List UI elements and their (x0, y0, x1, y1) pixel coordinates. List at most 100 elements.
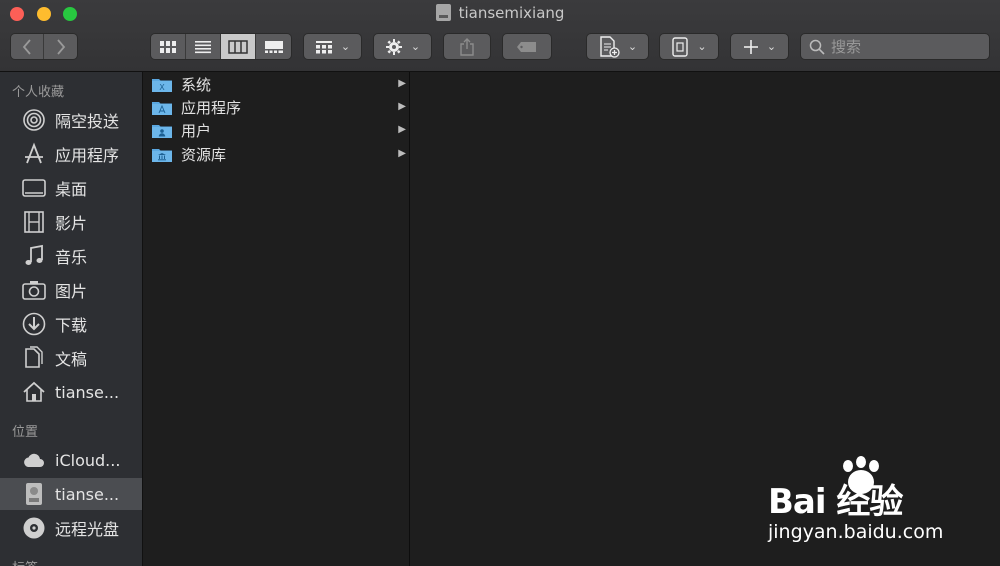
baidu-jingyan-watermark: Bai 经验 jingyan.baidu.com (768, 456, 948, 543)
toolbar: tiansemixiang ⌄ ⌄ ⌄ ⌄ ⌄ 搜索 (0, 0, 1000, 72)
chevron-down-icon: ⌄ (766, 40, 777, 53)
list-item[interactable]: X 系统 ▶ (144, 73, 410, 96)
nav-buttons (10, 33, 78, 60)
sidebar-item-label: 图片 (55, 282, 88, 301)
new-document-icon (600, 35, 620, 58)
system-folder-icon: X (152, 77, 172, 92)
list-item[interactable]: 用户 ▶ (144, 119, 410, 142)
tag-icon (517, 41, 536, 52)
users-folder-icon (152, 123, 172, 138)
list-item-label: 资源库 (181, 146, 227, 164)
disc-icon (22, 516, 46, 540)
sidebar-item-applications[interactable]: 应用程序 (0, 138, 142, 170)
movies-icon (22, 210, 46, 234)
disclosure-arrow-icon: ▶ (398, 101, 406, 112)
sidebar-item-disk[interactable]: tianse... (0, 478, 142, 510)
list-view-button[interactable] (186, 34, 221, 59)
share-button[interactable] (443, 33, 491, 60)
cloud-icon (22, 448, 46, 472)
sidebar-item-remote-disc[interactable]: 远程光盘 (0, 512, 142, 544)
sidebar-item-label: 音乐 (55, 248, 88, 267)
list-item-label: 用户 (181, 122, 212, 140)
music-icon (22, 244, 46, 268)
icon-view-button[interactable] (151, 34, 186, 59)
list-item[interactable]: 应用程序 ▶ (144, 96, 410, 119)
camera-icon (22, 278, 46, 302)
sidebar: 个人收藏 隔空投送 应用程序 桌面 影片 音乐 图片 下载 文稿 tianse.… (0, 72, 143, 566)
watermark-url: jingyan.baidu.com (768, 521, 944, 543)
gallery-icon (264, 40, 283, 53)
sidebar-item-label: 影片 (55, 214, 88, 233)
gallery-view-button[interactable] (256, 34, 291, 59)
chevron-down-icon: ⌄ (340, 40, 351, 53)
forward-icon (56, 38, 65, 55)
disk-icon (22, 482, 46, 506)
sidebar-item-label: 应用程序 (55, 146, 120, 165)
chevron-down-icon: ⌄ (410, 40, 421, 53)
search-input[interactable] (831, 37, 981, 56)
sidebar-item-label: 隔空投送 (55, 112, 120, 131)
list-item-label: 应用程序 (181, 99, 242, 117)
sidebar-item-movies[interactable]: 影片 (0, 206, 142, 238)
column-1: X 系统 ▶ 应用程序 ▶ 用户 ▶ 资源库 ▶ (144, 72, 410, 566)
sidebar-item-label: tianse... (55, 484, 120, 504)
sidebar-item-airdrop[interactable]: 隔空投送 (0, 104, 142, 136)
grid-icon (160, 40, 176, 53)
group-grid-icon (315, 40, 332, 53)
sidebar-item-label: tianse... (55, 382, 120, 402)
window-title: tiansemixiang (0, 4, 1000, 22)
chevron-down-icon: ⌄ (697, 40, 707, 53)
library-folder-icon (152, 147, 172, 162)
sidebar-item-label: 桌面 (55, 180, 88, 199)
disclosure-arrow-icon: ▶ (398, 78, 406, 89)
finder-window: tiansemixiang ⌄ ⌄ ⌄ ⌄ ⌄ 搜索 个人收藏 隔空投送 应用程… (0, 0, 1000, 566)
documents-icon (22, 346, 46, 370)
baidu-paw-logo (843, 456, 879, 494)
plus-icon (743, 39, 758, 54)
add-button[interactable]: ⌄ (730, 33, 789, 60)
search-field[interactable] (800, 33, 990, 60)
sidebar-item-label: iCloud... (55, 450, 121, 470)
svg-text:X: X (159, 83, 165, 92)
sidebar-item-downloads[interactable]: 下载 (0, 308, 142, 340)
back-icon (22, 38, 31, 55)
airdrop-icon (22, 108, 46, 132)
back-button[interactable] (11, 34, 44, 59)
disclosure-arrow-icon: ▶ (398, 148, 406, 159)
tags-button[interactable] (502, 33, 552, 60)
window-title-text: tiansemixiang (458, 4, 565, 22)
locations-heading: 位置 (12, 425, 39, 440)
drive-button[interactable]: ⌄ (659, 33, 719, 60)
sidebar-item-desktop[interactable]: 桌面 (0, 172, 142, 204)
search-icon (809, 39, 825, 55)
download-icon (22, 312, 46, 336)
new-document-button[interactable]: ⌄ (586, 33, 649, 60)
sidebar-item-icloud[interactable]: iCloud... (0, 444, 142, 476)
column-view-button[interactable] (221, 34, 256, 59)
tags-heading: 标签 (12, 557, 38, 566)
list-item[interactable]: 资源库 ▶ (144, 143, 410, 166)
disclosure-arrow-icon: ▶ (398, 124, 406, 135)
view-mode-control (150, 33, 292, 60)
list-icon (195, 40, 211, 53)
favorites-heading: 个人收藏 (12, 85, 65, 100)
sidebar-item-documents[interactable]: 文稿 (0, 342, 142, 374)
sidebar-item-label: 下载 (55, 316, 88, 335)
columns-icon (228, 39, 248, 54)
desktop-icon (22, 176, 46, 200)
chevron-down-icon: ⌄ (627, 40, 638, 53)
sidebar-item-pictures[interactable]: 图片 (0, 274, 142, 306)
forward-button[interactable] (44, 34, 77, 59)
group-by-button[interactable]: ⌄ (303, 33, 362, 60)
share-icon (460, 37, 474, 56)
list-item-label: 系统 (181, 76, 212, 94)
action-button[interactable]: ⌄ (373, 33, 432, 60)
sidebar-item-label: 文稿 (55, 350, 88, 369)
sidebar-item-home[interactable]: tianse... (0, 376, 142, 408)
gear-icon (385, 38, 402, 55)
disk-icon (435, 4, 451, 21)
sidebar-item-music[interactable]: 音乐 (0, 240, 142, 272)
drive-icon (672, 36, 689, 57)
home-icon (22, 380, 46, 404)
sidebar-item-label: 远程光盘 (55, 520, 120, 539)
